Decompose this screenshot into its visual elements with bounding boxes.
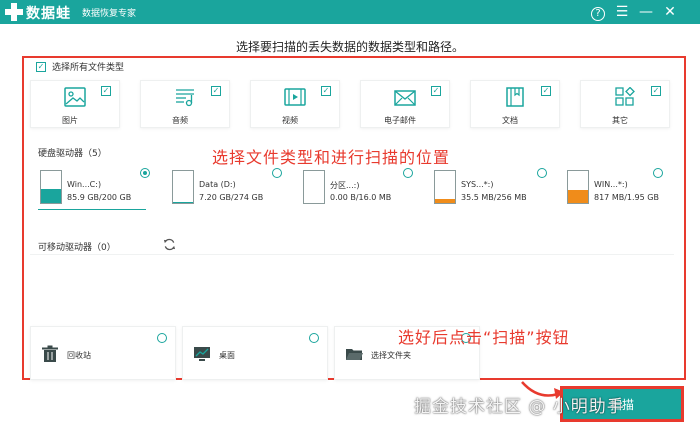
file-type-label: 电子邮件 — [384, 116, 416, 125]
watermark: 掘金技术社区 @ 小明助手 — [414, 397, 625, 417]
folder-icon — [346, 349, 363, 360]
drive-usage-fill — [173, 202, 193, 203]
email-icon — [394, 90, 416, 106]
file-type-checkbox[interactable]: ✓ — [211, 86, 221, 96]
drive-item[interactable]: WIN...*:) 817 MB/1.95 GB — [567, 168, 677, 208]
location-radio[interactable] — [157, 333, 167, 343]
file-type-checkbox[interactable]: ✓ — [651, 86, 661, 96]
file-type-label: 图片 — [62, 116, 78, 125]
removable-drives-area — [30, 254, 674, 320]
drive-name: 分区...:) — [330, 181, 360, 190]
close-button[interactable]: ✕ — [660, 2, 680, 22]
file-type-checkbox[interactable]: ✓ — [101, 86, 111, 96]
drive-item[interactable]: Win...C:) 85.9 GB/200 GB — [40, 168, 150, 208]
drive-size: 7.20 GB/274 GB — [199, 193, 264, 202]
drive-name: Win...C:) — [67, 180, 102, 189]
app-subtitle: 数据恢复专家 — [82, 9, 137, 19]
image-icon — [64, 87, 86, 107]
menu-icon: ☰ — [615, 4, 629, 20]
annotation-click-scan: 选好后点击“扫描”按钮 — [398, 328, 570, 347]
minimize-icon: — — [639, 4, 653, 20]
file-type-label: 文档 — [502, 116, 518, 125]
file-type-audio[interactable]: ✓ 音频 — [140, 80, 230, 128]
file-type-label: 其它 — [612, 116, 628, 125]
drive-icon — [40, 170, 62, 204]
drive-icon — [434, 170, 456, 204]
title-bar: 数据蛙 数据恢复专家 ? ☰ — ✕ — [0, 0, 700, 24]
file-type-checkbox[interactable]: ✓ — [431, 86, 441, 96]
audio-icon — [176, 89, 194, 107]
drive-item[interactable]: Data (D:) 7.20 GB/274 GB — [172, 168, 282, 208]
select-all-label: 选择所有文件类型 — [52, 63, 125, 73]
drive-size: 35.5 MB/256 MB — [461, 193, 527, 202]
drive-name: SYS...*:) — [461, 180, 494, 189]
file-type-image[interactable]: ✓ 图片 — [30, 80, 120, 128]
drive-usage-fill — [568, 189, 588, 203]
location-radio[interactable] — [309, 333, 319, 343]
location-label: 回收站 — [67, 351, 91, 360]
annotation-select-types: 选择文件类型和进行扫描的位置 — [212, 148, 451, 167]
drive-name: Data (D:) — [199, 180, 236, 189]
close-icon: ✕ — [664, 4, 676, 20]
drive-radio[interactable] — [140, 168, 150, 178]
help-button[interactable]: ? — [588, 2, 608, 22]
drive-icon — [172, 170, 194, 204]
select-all-checkbox[interactable]: ✓ 选择所有文件类型 — [36, 60, 124, 73]
app-name: 数据蛙 — [26, 6, 71, 22]
file-type-label: 音频 — [172, 116, 188, 125]
location-desktop[interactable]: 桌面 — [182, 326, 328, 380]
help-icon: ? — [591, 7, 605, 21]
file-type-label: 视频 — [282, 116, 298, 125]
file-type-document[interactable]: ✓ 文档 — [470, 80, 560, 128]
video-icon — [284, 88, 306, 106]
file-type-other[interactable]: ✓ 其它 — [580, 80, 670, 128]
file-type-email[interactable]: ✓ 电子邮件 — [360, 80, 450, 128]
document-icon — [506, 87, 524, 107]
drive-icon — [303, 170, 325, 204]
menu-button[interactable]: ☰ — [612, 2, 632, 22]
drive-selected-underline — [38, 209, 146, 210]
page-title: 选择要扫描的丢失数据的数据类型和路径。 — [235, 40, 464, 54]
removable-drives-title: 可移动驱动器（0） — [38, 243, 116, 253]
file-type-checkbox[interactable]: ✓ — [321, 86, 331, 96]
location-label: 选择文件夹 — [371, 351, 411, 360]
drive-icon — [567, 170, 589, 204]
other-icon — [615, 87, 635, 106]
drive-size: 0.00 B/16.0 MB — [330, 193, 392, 202]
drive-item[interactable]: SYS...*:) 35.5 MB/256 MB — [434, 168, 549, 208]
recycle-bin-icon — [42, 345, 58, 362]
refresh-icon[interactable] — [163, 238, 176, 251]
drive-size: 817 MB/1.95 GB — [594, 193, 659, 202]
desktop-icon — [194, 347, 210, 361]
drive-name: WIN...*:) — [594, 180, 628, 189]
location-recycle-bin[interactable]: 回收站 — [30, 326, 176, 380]
drive-size: 85.9 GB/200 GB — [67, 193, 132, 202]
drive-radio[interactable] — [403, 168, 413, 178]
app-logo-icon — [5, 3, 23, 21]
drive-usage-fill — [41, 189, 61, 203]
drive-radio[interactable] — [653, 168, 663, 178]
drive-radio[interactable] — [272, 168, 282, 178]
location-label: 桌面 — [219, 351, 235, 360]
minimize-button[interactable]: — — [636, 2, 656, 22]
file-type-video[interactable]: ✓ 视频 — [250, 80, 340, 128]
file-type-checkbox[interactable]: ✓ — [541, 86, 551, 96]
drive-radio[interactable] — [537, 168, 547, 178]
hard-drives-title: 硬盘驱动器（5） — [38, 149, 107, 159]
drive-item[interactable]: 分区...:) 0.00 B/16.0 MB — [303, 168, 413, 208]
drive-usage-fill — [435, 198, 455, 203]
select-all-check-icon: ✓ — [36, 61, 46, 72]
